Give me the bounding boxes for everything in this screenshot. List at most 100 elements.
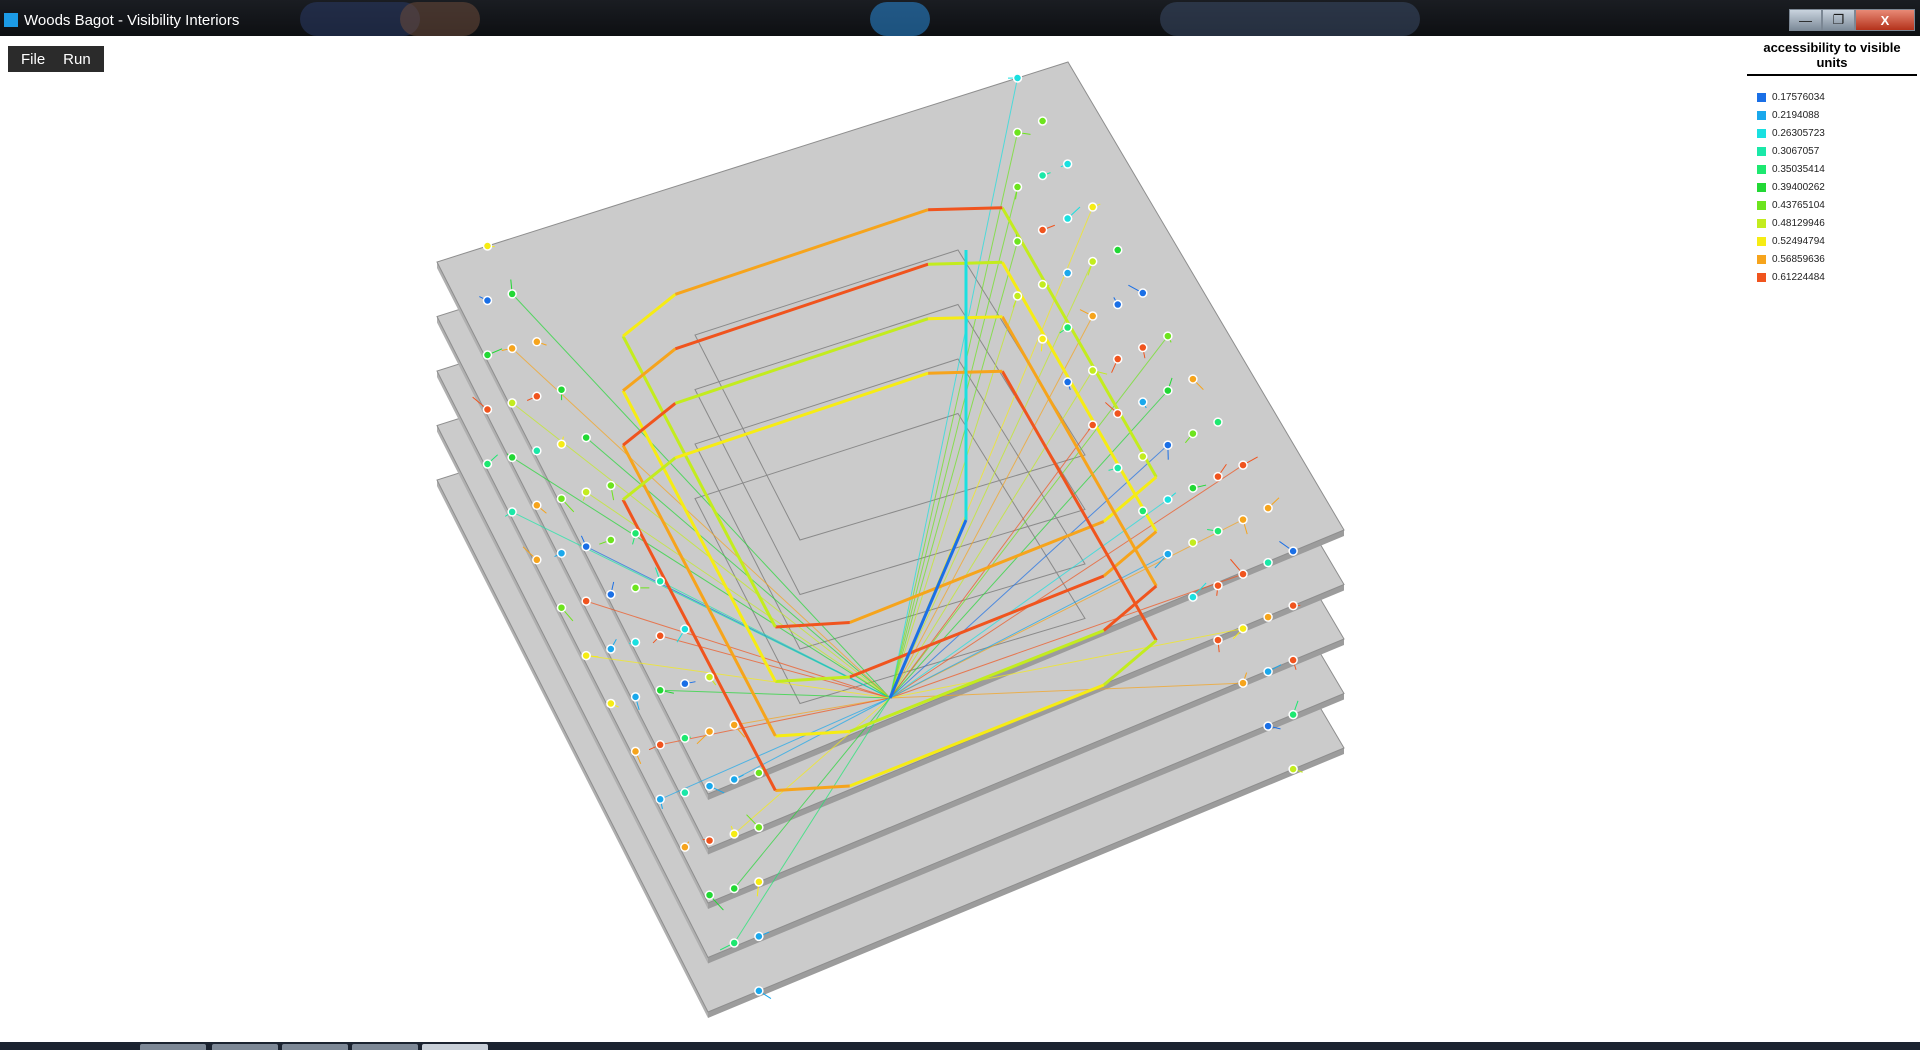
- unit-node: [1263, 557, 1273, 568]
- taskbar-button[interactable]: [212, 1044, 278, 1050]
- taskbar-button[interactable]: [352, 1044, 418, 1050]
- legend-label: 0.2194088: [1772, 109, 1820, 121]
- unit-node: [1213, 580, 1223, 591]
- unit-node: [507, 507, 517, 517]
- taskbar: [0, 1042, 1920, 1050]
- taskbar-button[interactable]: [422, 1044, 488, 1050]
- unit-node: [1238, 569, 1248, 579]
- unit-node: [1288, 655, 1298, 665]
- unit-node: [1062, 268, 1073, 278]
- unit-node: [729, 774, 739, 785]
- legend-swatch: [1757, 236, 1766, 246]
- unit-node: [704, 726, 715, 737]
- legend-item: 0.43765104: [1757, 196, 1917, 214]
- unit-node: [1087, 311, 1098, 321]
- unit-node: [1213, 635, 1223, 645]
- unit-node: [606, 535, 616, 545]
- legend-label: 0.52494794: [1772, 235, 1825, 247]
- legend-swatch: [1757, 200, 1766, 210]
- unit-node: [704, 781, 715, 791]
- unit-node: [704, 672, 715, 682]
- unit-node: [532, 555, 542, 565]
- unit-node: [1213, 526, 1223, 536]
- legend-item: 0.48129946: [1757, 214, 1917, 232]
- unit-node: [630, 528, 641, 539]
- legend-item: 0.61224484: [1757, 268, 1917, 286]
- unit-node: [1037, 225, 1048, 235]
- unit-node: [1112, 463, 1123, 473]
- legend-label: 0.3067057: [1772, 145, 1820, 157]
- unit-node: [1238, 460, 1248, 470]
- unit-node: [1012, 182, 1023, 192]
- minimize-button[interactable]: —: [1789, 9, 1822, 31]
- unit-node: [1062, 322, 1073, 333]
- legend-title: accessibility to visible units: [1747, 40, 1917, 76]
- unit-node: [1263, 666, 1273, 677]
- unit-node: [655, 631, 665, 641]
- unit-node: [482, 350, 493, 360]
- maximize-button[interactable]: ❐: [1822, 9, 1855, 31]
- unit-node: [655, 740, 665, 750]
- legend-swatch: [1757, 164, 1766, 174]
- unit-node: [532, 337, 542, 347]
- unit-node: [1037, 279, 1048, 290]
- unit-node: [482, 241, 493, 251]
- unit-node: [581, 650, 591, 661]
- unit-node: [680, 787, 690, 798]
- unit-node: [1288, 709, 1298, 720]
- legend: accessibility to visible units 0.1757603…: [1747, 40, 1917, 286]
- legend-swatch: [1757, 218, 1766, 228]
- visibility-graph-viewport[interactable]: [0, 36, 1920, 1042]
- unit-node: [1163, 331, 1173, 341]
- legend-swatch: [1757, 272, 1766, 282]
- taskbar-button[interactable]: [140, 1044, 206, 1050]
- unit-node: [655, 794, 665, 805]
- unit-node: [1138, 451, 1148, 462]
- taskbar-thumbnail-glow: [870, 2, 930, 36]
- unit-node: [482, 404, 493, 415]
- unit-node: [581, 541, 591, 552]
- unit-node: [1138, 397, 1148, 407]
- unit-node: [729, 883, 739, 894]
- unit-node: [507, 452, 517, 463]
- legend-label: 0.17576034: [1772, 91, 1825, 103]
- unit-node: [1238, 678, 1248, 688]
- close-button[interactable]: X: [1855, 9, 1915, 31]
- unit-node: [1288, 764, 1298, 774]
- legend-swatch: [1757, 146, 1766, 156]
- taskbar-thumbnail-glow: [400, 2, 480, 36]
- taskbar-button[interactable]: [282, 1044, 348, 1050]
- unit-node: [754, 931, 764, 942]
- unit-node: [1213, 417, 1223, 427]
- unit-node: [1188, 374, 1198, 384]
- unit-node: [680, 842, 690, 852]
- unit-node: [606, 698, 616, 709]
- legend-label: 0.35035414: [1772, 163, 1825, 175]
- unit-node: [754, 986, 764, 996]
- unit-node: [1112, 245, 1123, 255]
- unit-node: [630, 637, 641, 648]
- unit-node: [507, 398, 517, 408]
- unit-node: [507, 289, 517, 299]
- unit-node: [556, 602, 567, 613]
- unit-node: [1112, 408, 1123, 419]
- unit-node: [729, 829, 739, 839]
- unit-node: [1188, 592, 1198, 602]
- unit-node: [630, 692, 641, 702]
- unit-node: [556, 384, 567, 395]
- legend-swatch: [1757, 128, 1766, 138]
- legend-item: 0.52494794: [1757, 232, 1917, 250]
- unit-node: [1163, 549, 1173, 559]
- window-titlebar: Woods Bagot - Visibility Interiors — ❐ X: [0, 0, 1920, 36]
- unit-node: [581, 432, 591, 443]
- unit-node: [606, 644, 616, 654]
- app-icon: [4, 13, 18, 27]
- unit-node: [1213, 471, 1223, 482]
- unit-node: [1263, 721, 1273, 731]
- unit-node: [1263, 503, 1273, 513]
- legend-label: 0.26305723: [1772, 127, 1825, 139]
- unit-node: [630, 583, 641, 593]
- unit-node: [1288, 546, 1298, 556]
- unit-node: [655, 576, 665, 587]
- unit-node: [556, 548, 567, 558]
